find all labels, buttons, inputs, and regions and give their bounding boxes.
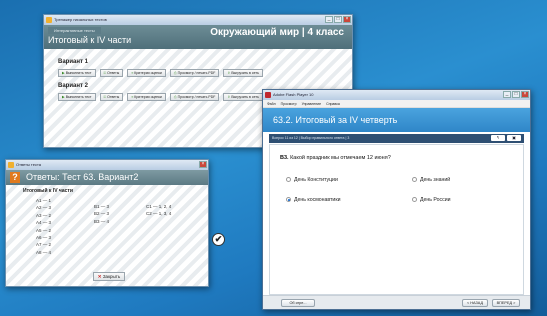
print-icon: ⎙ xyxy=(173,71,177,75)
upload-icon: ⇪ xyxy=(227,95,231,99)
maximize-button[interactable]: □ xyxy=(512,91,520,98)
window-controls: _ □ × xyxy=(325,16,351,23)
radio-button[interactable] xyxy=(286,177,291,183)
answers-banner: ? Ответы: Тест 63. Вариант2 xyxy=(6,170,208,185)
window-controls: × xyxy=(199,161,207,168)
player-footer: Об игре... < НАЗАД ВПЕРЕД > xyxy=(263,295,530,309)
variant-1-title: Вариант 1 xyxy=(58,59,88,65)
close-window-button[interactable]: × xyxy=(521,91,529,98)
app-tag: Интерактивные тесты xyxy=(48,27,101,34)
radio-button[interactable] xyxy=(412,177,417,183)
answer-item: А1 — 1 xyxy=(36,198,52,203)
prev-button[interactable]: < НАЗАД xyxy=(462,299,488,307)
criteria-button[interactable]: ≡ Критерии оценки xyxy=(127,69,166,77)
next-button[interactable]: ВПЕРЕД > xyxy=(492,299,520,307)
answers-col-b: В1 — 3 В2 — 3 В3 — 4 xyxy=(94,203,109,225)
variant-1-buttons: ▶ Выполнить тест ⚿ Ответы ≡ Критерии оце… xyxy=(58,69,344,77)
window-controls: _ □ × xyxy=(503,91,529,98)
subject-title: Окружающий мир | 4 класс xyxy=(210,27,344,38)
answers-col-c: С1 — 1, 2, 4 С2 — 1, 3, 4 xyxy=(146,203,171,218)
answer-option[interactable]: День Конституции xyxy=(286,177,338,183)
main-window-titlebar: Тренажер начальных тестов _ □ × xyxy=(44,15,352,25)
pdf-button[interactable]: ⎙ Просмотр / печать PDF xyxy=(169,93,220,101)
close-window-button[interactable]: × xyxy=(199,161,207,168)
main-banner: Интерактивные тесты Окружающий мир | 4 к… xyxy=(44,25,352,49)
answers-button[interactable]: ⚿ Ответы xyxy=(99,93,124,101)
answer-item: В3 — 4 xyxy=(94,218,110,224)
criteria-button[interactable]: ≡ Критерии оценки xyxy=(127,93,166,101)
answer-option[interactable]: День космонавтики xyxy=(286,197,341,203)
back-arrow-icon[interactable]: ↰ xyxy=(491,135,505,141)
answer-item: А2 — 3 xyxy=(36,205,52,211)
key-icon: ⚿ xyxy=(103,95,107,99)
answer-item: А6 — 3 xyxy=(36,235,52,241)
answers-subtitle: Итоговый к IV части xyxy=(23,188,73,194)
player-titlebar: Adobe Flash Player 10 _ □ × xyxy=(263,90,530,100)
answer-item: А7 — 2 xyxy=(36,242,52,248)
answer-item: С1 — 1, 2, 4 xyxy=(146,204,172,209)
answer-item: А5 — 2 xyxy=(36,227,52,233)
answers-col-a: А1 — 1 А2 — 3 А3 — 2 А4 — 3 А5 — 2 А6 — … xyxy=(36,197,51,256)
question-icon: ? xyxy=(10,172,20,183)
pdf-button[interactable]: ⎙ Просмотр / печать PDF xyxy=(169,69,220,77)
run-test-button[interactable]: ▶ Выполнить тест xyxy=(58,69,96,77)
question-panel: В3. Какой праздник мы отмечаем 12 июня? … xyxy=(269,144,524,295)
maximize-button[interactable]: □ xyxy=(334,16,342,23)
key-icon: ⚿ xyxy=(103,71,107,75)
radio-button[interactable] xyxy=(412,197,417,203)
main-window-title: Тренажер начальных тестов xyxy=(54,17,107,22)
menu-file[interactable]: Файл xyxy=(267,100,276,107)
nav-buttons: ↰ ▣ xyxy=(491,135,521,141)
answer-item: В2 — 3 xyxy=(94,211,110,217)
answer-option[interactable]: День России xyxy=(412,197,451,203)
menu-help[interactable]: Справка xyxy=(326,100,340,107)
question-text: В3. Какой праздник мы отмечаем 12 июня? xyxy=(280,155,391,161)
test-title: 63.2. Итоговый за IV четверть xyxy=(273,115,398,125)
upload-button[interactable]: ⇪ Выгрузить в сеть xyxy=(223,69,263,77)
list-icon: ≡ xyxy=(131,95,134,99)
answer-item: В1 — 3 xyxy=(94,204,110,209)
answer-item: А8 — 4 xyxy=(36,249,52,255)
question-breadcrumb: Вопрос 11 из 12 | Выбор правильного отве… xyxy=(272,136,350,140)
player-header: 63.2. Итоговый за IV четверть xyxy=(263,108,530,132)
print-icon: ⎙ xyxy=(173,95,177,99)
player-window: Adobe Flash Player 10 _ □ × Файл Просмот… xyxy=(262,89,531,310)
print-icon[interactable]: ▣ xyxy=(507,135,521,141)
close-window-button[interactable]: × xyxy=(343,16,351,23)
answers-window: Ответы теста × ? Ответы: Тест 63. Вариан… xyxy=(5,159,209,287)
play-icon: ▶ xyxy=(62,71,65,75)
answers-button[interactable]: ⚿ Ответы xyxy=(99,69,124,77)
menu-view[interactable]: Просмотр xyxy=(281,100,297,107)
page-title: Итоговый к IV части xyxy=(48,35,132,45)
answers-body: Итоговый к IV части А1 — 1 А2 — 3 А3 — 2… xyxy=(6,185,208,286)
flash-icon xyxy=(265,92,271,98)
answers-window-titlebar: Ответы теста × xyxy=(6,160,208,170)
check-icon[interactable]: ✔ xyxy=(212,233,225,246)
run-test-button[interactable]: ▶ Выполнить тест xyxy=(58,93,96,101)
minimize-button[interactable]: _ xyxy=(503,91,511,98)
app-icon xyxy=(46,17,52,23)
app-icon xyxy=(8,162,14,168)
answer-item: А4 — 3 xyxy=(36,220,52,226)
player-title: Adobe Flash Player 10 xyxy=(273,92,314,97)
answers-header: Ответы: Тест 63. Вариант2 xyxy=(26,172,139,182)
close-answers-button[interactable]: ✕ Закрыть xyxy=(93,272,125,281)
answer-item: С2 — 1, 3, 4 xyxy=(146,211,172,217)
upload-icon: ⇪ xyxy=(227,71,231,75)
upload-button[interactable]: ⇪ Выгрузить в сеть xyxy=(223,93,263,101)
list-icon: ≡ xyxy=(131,71,134,75)
question-navbar: Вопрос 11 из 12 | Выбор правильного отве… xyxy=(269,134,524,143)
about-button[interactable]: Об игре... xyxy=(281,299,315,307)
radio-button-selected[interactable] xyxy=(286,197,291,203)
answer-option[interactable]: День знаний xyxy=(412,177,450,183)
menu-control[interactable]: Управление xyxy=(302,100,321,107)
close-icon: ✕ xyxy=(97,274,102,279)
play-icon: ▶ xyxy=(62,95,65,99)
minimize-button[interactable]: _ xyxy=(325,16,333,23)
player-menubar: Файл Просмотр Управление Справка xyxy=(263,100,530,108)
answers-window-title: Ответы теста xyxy=(16,162,41,167)
answer-item: А3 — 2 xyxy=(36,212,52,218)
